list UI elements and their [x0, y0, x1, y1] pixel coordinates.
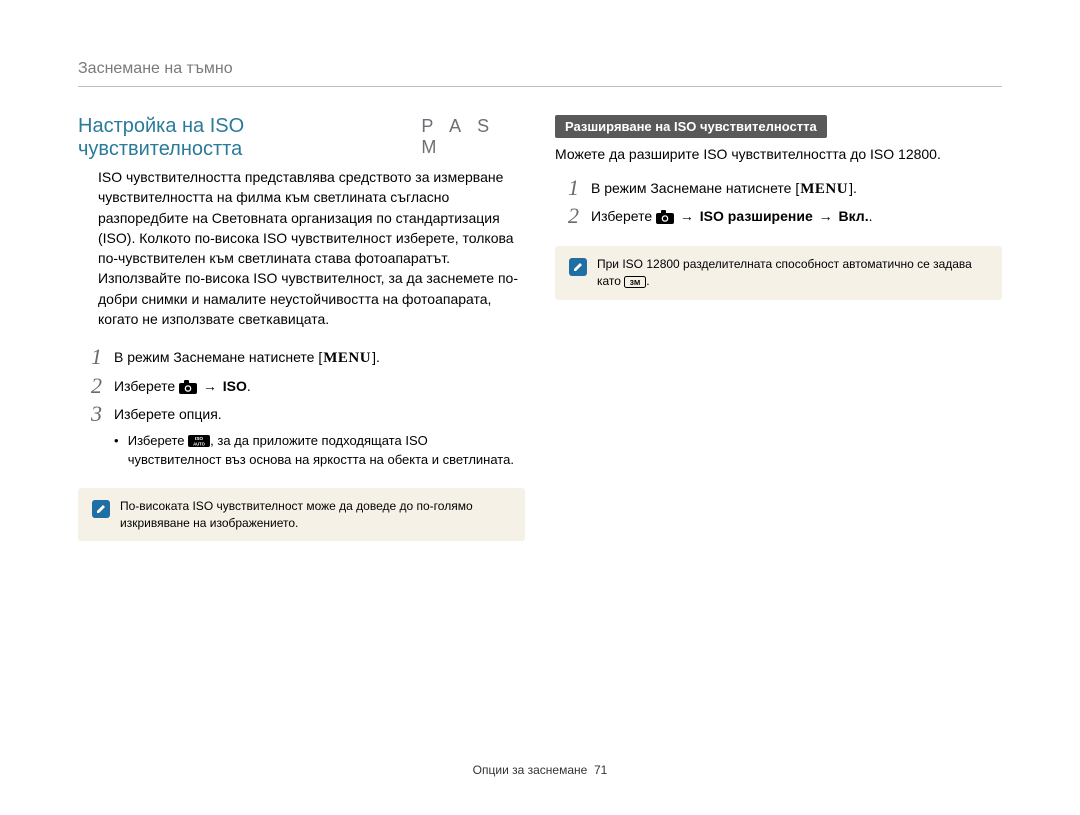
step-text-bold: Вкл.: [839, 208, 869, 224]
step-text-fragment: ].: [849, 180, 857, 196]
step-text-fragment: ].: [372, 350, 380, 366]
section-body: ISO чувствителността представлява средст…: [98, 167, 525, 329]
step-text: Изберете → ISO разширение → Вкл..: [591, 204, 1002, 228]
step-text-bold: ISO разширение: [700, 208, 813, 224]
note-text: При ISO 12800 разделителната способност …: [597, 256, 988, 290]
pencil-note-icon: [569, 258, 587, 276]
step-text: В режим Заснемане натиснете [MENU].: [591, 176, 1002, 200]
svg-text:3M: 3M: [630, 277, 640, 286]
note-box: По-високата ISO чувствителност може да д…: [78, 488, 525, 542]
pencil-note-icon: [92, 500, 110, 518]
arrow-separator: →: [197, 378, 223, 394]
step-text-bold: ISO: [223, 378, 247, 394]
step-item: 2 Изберете → ISO.: [78, 374, 525, 398]
step-number: 1: [555, 176, 579, 200]
footer-section: Опции за заснемане: [473, 763, 588, 777]
arrow-separator: →: [674, 208, 700, 224]
step-text-fragment: Изберете: [114, 378, 179, 394]
page-footer: Опции за заснемане 71: [0, 763, 1080, 777]
step-number: 2: [555, 204, 579, 228]
camera-icon: [179, 379, 197, 395]
right-column: Разширяване на ISO чувствителността Може…: [555, 115, 1002, 541]
step-text: Изберете → ISO.: [114, 374, 525, 398]
step-number: 2: [78, 374, 102, 398]
bullet-marker: •: [114, 432, 120, 470]
bullet-text-fragment: Изберете: [128, 433, 188, 448]
note-text-fragment: .: [646, 274, 649, 288]
arrow-separator: →: [813, 208, 839, 224]
step-number: 3: [78, 402, 102, 426]
note-text: По-високата ISO чувствителност може да д…: [120, 498, 511, 532]
resolution-3m-icon: 3M: [624, 274, 646, 291]
section-title: Настройка на ISO чувствителността: [78, 115, 407, 161]
menu-icon: MENU: [799, 180, 849, 199]
bullet-text: Изберете ISOAUTO, за да приложите подход…: [128, 432, 525, 470]
menu-icon: MENU: [322, 349, 372, 368]
step-text-fragment: .: [869, 208, 873, 224]
step-item: 3 Изберете опция.: [78, 402, 525, 426]
content-columns: Настройка на ISO чувствителността P A S …: [78, 115, 1002, 541]
step-text-fragment: В режим Заснемане натиснете [: [114, 350, 322, 366]
mode-indicators: P A S M: [421, 116, 525, 158]
header-divider: [78, 86, 1002, 87]
bullet-item: • Изберете ISOAUTO, за да приложите подх…: [114, 432, 525, 470]
step-item: 1 В режим Заснемане натиснете [MENU].: [78, 345, 525, 369]
manual-page: Заснемане на тъмно Настройка на ISO чувс…: [0, 0, 1080, 815]
note-box: При ISO 12800 разделителната способност …: [555, 246, 1002, 300]
breadcrumb: Заснемане на тъмно: [78, 60, 1002, 78]
step-text: Изберете опция.: [114, 402, 525, 426]
step-item: 1 В режим Заснемане натиснете [MENU].: [555, 176, 1002, 200]
step-text: В режим Заснемане натиснете [MENU].: [114, 345, 525, 369]
step-number: 1: [78, 345, 102, 369]
section-title-row: Настройка на ISO чувствителността P A S …: [78, 115, 525, 161]
step-item: 2 Изберете → ISO разширение → Вкл..: [555, 204, 1002, 228]
left-column: Настройка на ISO чувствителността P A S …: [78, 115, 525, 541]
iso-auto-icon: ISOAUTO: [188, 432, 210, 451]
step-text-fragment: .: [247, 378, 251, 394]
footer-page-number: 71: [594, 763, 607, 777]
camera-icon: [656, 209, 674, 225]
step-text-fragment: В режим Заснемане натиснете [: [591, 180, 799, 196]
section-intro: Можете да разширите ISO чувствителността…: [555, 146, 1002, 162]
section-badge: Разширяване на ISO чувствителността: [555, 115, 827, 138]
step-text-fragment: Изберете: [591, 208, 656, 224]
note-text-fragment: При ISO 12800 разделителната способност …: [597, 257, 972, 288]
svg-text:AUTO: AUTO: [193, 442, 206, 447]
